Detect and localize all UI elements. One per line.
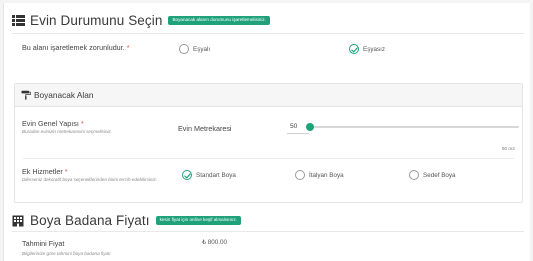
radio-esyali[interactable] [179, 44, 189, 54]
card-header: Boyanacak Alan [15, 84, 522, 107]
home-question-label: Bu alanı işaretlemek zorunludur. * [22, 43, 130, 52]
radio-italyan-boya[interactable] [295, 170, 305, 180]
section-divider [12, 33, 524, 34]
option-esyali-label: Eşyalı [193, 45, 211, 53]
list-icon [12, 15, 25, 26]
option-sedef-boya-label: Sedef Boya [423, 171, 456, 179]
structure-label: Evin Genel Yapısı * [22, 119, 84, 128]
option-esyali[interactable]: Eşyalı [179, 44, 210, 54]
section-price-badge: kesin fiyat için online keşif almalısını… [155, 216, 241, 225]
page: Evin Durumunu Seçin Boyanacak alanın dur… [3, 3, 530, 261]
estimate-hint: Bilgilerinize göre tahmini boya badana f… [22, 251, 111, 256]
structure-hint: Buradan evinizin metrekaresini seçmelisi… [22, 129, 113, 134]
option-esyasiz[interactable]: Eşyasız [349, 44, 385, 54]
section-home-title: Evin Durumunu Seçin [30, 13, 163, 28]
check-icon [351, 46, 358, 52]
square-meter-slider-track[interactable] [310, 126, 519, 128]
check-icon [184, 172, 191, 178]
card-divider [23, 158, 514, 159]
building-icon [12, 215, 24, 226]
card-title: Boyanacak Alan [34, 90, 94, 100]
section-price-title: Boya Badana Fiyatı [30, 213, 150, 228]
option-sedef-boya[interactable]: Sedef Boya [409, 170, 456, 180]
paint-roller-icon [21, 90, 31, 100]
radio-esyasiz[interactable] [349, 44, 359, 54]
section-home-header: Evin Durumunu Seçin Boyanacak alanın dur… [12, 13, 270, 28]
option-esyasiz-label: Eşyasız [363, 45, 386, 53]
section-divider [12, 231, 524, 232]
option-italyan-boya-label: İtalyan Boya [309, 171, 344, 179]
square-meter-slider-thumb[interactable] [306, 123, 314, 131]
option-italyan-boya[interactable]: İtalyan Boya [295, 170, 344, 180]
extra-services-label: Ek Hizmetler * [22, 167, 68, 176]
radio-sedef-boya[interactable] [409, 170, 419, 180]
square-meter-max-label: 50 m2 [502, 146, 515, 151]
option-standart-boya-label: Standart Boya [196, 171, 236, 179]
square-meter-label: Evin Metrekaresi [178, 124, 232, 133]
estimate-label: Tahmini Fiyat [22, 239, 65, 248]
estimate-value: ₺ 800.00 [202, 239, 228, 246]
option-standart-boya[interactable]: Standart Boya [182, 170, 236, 180]
section-price-header: Boya Badana Fiyatı kesin fiyat için onli… [12, 213, 241, 228]
section-home-badge: Boyanacak alanın durumunu işaretlemelisi… [168, 16, 270, 25]
extra-services-hint: Dilerseniz dekoratif boya seçeneklerinde… [22, 177, 158, 182]
radio-standart-boya[interactable] [182, 170, 192, 180]
paint-area-card: Boyanacak Alan Evin Genel Yapısı * Burad… [14, 83, 523, 203]
